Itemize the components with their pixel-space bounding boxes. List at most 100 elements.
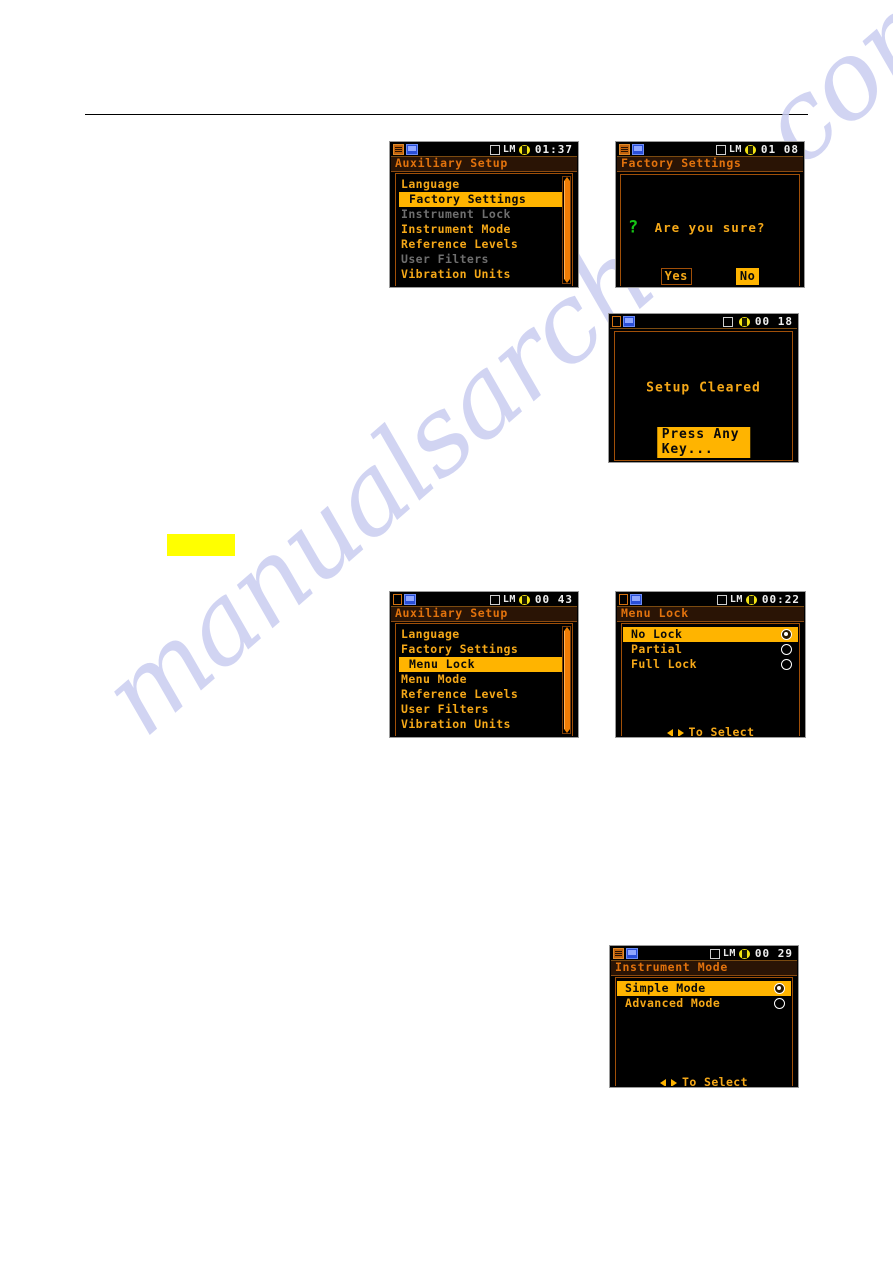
screen-factory-settings-confirm[interactable]: LM 01 08 Factory Settings ? Are you sure… — [615, 141, 805, 288]
screen-instrument-mode[interactable]: LM 00 29 Instrument Mode Simple Mode Adv… — [609, 945, 799, 1088]
radio-unselected-icon[interactable] — [781, 659, 792, 670]
screen-title-bar: Auxiliary Setup — [391, 607, 577, 622]
square-checkbox-icon — [716, 594, 727, 605]
page-title: Menu Lock — [621, 606, 689, 621]
right-triangle-icon — [677, 728, 684, 736]
clock-display: 00 29 — [754, 947, 793, 960]
dialog-button-row: Yes No — [617, 268, 803, 285]
mode-label: LM — [502, 143, 516, 155]
radio-unselected-icon[interactable] — [774, 998, 785, 1009]
file-icon — [612, 316, 621, 327]
menu-item-label: User Filters — [401, 701, 489, 716]
options-body: No Lock Partial Full Lock To Select — [617, 622, 804, 736]
page-title: Factory Settings — [621, 156, 742, 171]
battery-icon — [744, 144, 758, 155]
menu-item-label: Menu Mode — [401, 671, 467, 686]
dialog-message: Are you sure? — [654, 219, 766, 235]
menu-item-label: Factory Settings — [401, 641, 519, 656]
menu-item-label: Factory Settings — [409, 191, 527, 206]
option-label: Simple Mode — [625, 980, 706, 995]
option-label: Partial — [631, 641, 683, 656]
square-checkbox-icon — [489, 594, 500, 605]
clock-display: 00:22 — [761, 593, 800, 606]
clock-display: 00 43 — [534, 593, 573, 606]
yes-button[interactable]: Yes — [660, 268, 692, 285]
screen-title-bar: Auxiliary Setup — [391, 157, 577, 172]
square-checkbox-icon — [715, 144, 726, 155]
option-partial[interactable]: Partial — [623, 642, 798, 657]
scroll-down-arrow-icon[interactable] — [563, 729, 570, 733]
message-body: Setup Cleared Press Any Key... — [610, 329, 797, 461]
radio-group-instrument-mode[interactable]: Simple Mode Advanced Mode — [617, 978, 791, 1011]
option-advanced-mode[interactable]: Advanced Mode — [617, 996, 791, 1011]
option-simple-mode[interactable]: Simple Mode — [617, 981, 791, 996]
clock-display: 01 08 — [760, 143, 799, 156]
menu-list[interactable]: Language Factory Settings Instrument Loc… — [391, 174, 577, 282]
status-bar: LM 01 08 — [617, 143, 803, 157]
status-bar: LM 00:22 — [617, 593, 804, 607]
menu-list[interactable]: Language Factory Settings Menu Lock Menu… — [391, 624, 577, 732]
menu-item-menu-lock[interactable]: Menu Lock — [399, 657, 563, 672]
menu-item-language[interactable]: Language — [391, 177, 577, 192]
menu-item-vibration-units[interactable]: Vibration Units — [391, 717, 577, 732]
no-button[interactable]: No — [735, 268, 760, 285]
radio-selected-icon[interactable] — [774, 983, 785, 994]
radio-selected-icon[interactable] — [781, 629, 792, 640]
option-no-lock[interactable]: No Lock — [623, 627, 798, 642]
radio-unselected-icon[interactable] — [781, 644, 792, 655]
monitor-icon — [630, 594, 642, 605]
menu-item-language[interactable]: Language — [391, 627, 577, 642]
press-any-key-prompt[interactable]: Press Any Key... — [656, 427, 751, 458]
mode-label: LM — [502, 593, 516, 605]
menu-item-reference-levels[interactable]: Reference Levels — [391, 237, 577, 252]
screen-menu-lock[interactable]: LM 00:22 Menu Lock No Lock Partial Full … — [615, 591, 806, 738]
menu-item-label: Vibration Units — [401, 266, 511, 281]
menu-item-label: Language — [401, 176, 460, 191]
page-title: Instrument Mode — [615, 960, 728, 975]
menu-body: Language Factory Settings Instrument Loc… — [391, 172, 577, 286]
menu-item-label: Vibration Units — [401, 716, 511, 731]
menu-scrollbar[interactable] — [562, 626, 571, 734]
menu-item-instrument-mode[interactable]: Instrument Mode — [391, 222, 577, 237]
left-triangle-icon — [660, 1078, 667, 1086]
battery-icon — [738, 316, 752, 327]
radio-group-menu-lock[interactable]: No Lock Partial Full Lock — [623, 624, 798, 672]
page-title: Auxiliary Setup — [395, 606, 508, 621]
mode-label: LM — [729, 593, 743, 605]
scroll-down-arrow-icon[interactable] — [563, 279, 570, 283]
header-divider — [85, 114, 808, 115]
menu-item-label: Reference Levels — [401, 236, 519, 251]
menu-item-vibration-units[interactable]: Vibration Units — [391, 267, 577, 282]
menu-item-label: Instrument Mode — [401, 221, 511, 236]
hint-label: To Select — [688, 724, 755, 736]
screen-setup-cleared[interactable]: 00 18 Setup Cleared Press Any Key... — [608, 313, 799, 463]
mode-label: LM — [728, 143, 742, 155]
menu-item-menu-mode[interactable]: Menu Mode — [391, 672, 577, 687]
status-bar: LM 01:37 — [391, 143, 577, 157]
status-message: Setup Cleared — [646, 380, 761, 396]
monitor-icon — [404, 594, 416, 605]
scrollbar-thumb[interactable] — [563, 631, 570, 729]
scrollbar-thumb[interactable] — [563, 181, 570, 279]
redaction-highlight-box — [167, 534, 235, 556]
mode-label: LM — [722, 947, 736, 959]
left-triangle-icon — [666, 728, 673, 736]
battery-icon — [518, 594, 532, 605]
square-checkbox-icon — [722, 316, 733, 327]
menu-item-reference-levels[interactable]: Reference Levels — [391, 687, 577, 702]
screen-auxiliary-setup-menulock[interactable]: LM 00 43 Auxiliary Setup Language Factor… — [389, 591, 579, 738]
menu-item-factory-settings[interactable]: Factory Settings — [391, 642, 577, 657]
menu-scrollbar[interactable] — [562, 176, 571, 284]
options-body: Simple Mode Advanced Mode To Select — [611, 976, 797, 1086]
screen-auxiliary-setup-factory[interactable]: LM 01:37 Auxiliary Setup Language Factor… — [389, 141, 579, 288]
option-full-lock[interactable]: Full Lock — [623, 657, 798, 672]
menu-item-label: Menu Lock — [409, 656, 475, 671]
screen-title-bar: Factory Settings — [617, 157, 803, 172]
menu-item-user-filters[interactable]: User Filters — [391, 702, 577, 717]
sd-card-icon — [619, 144, 630, 155]
menu-item-factory-settings[interactable]: Factory Settings — [399, 192, 563, 207]
sd-card-icon — [393, 144, 404, 155]
battery-icon — [745, 594, 759, 605]
option-label: No Lock — [631, 626, 683, 641]
clock-display: 01:37 — [534, 143, 573, 156]
